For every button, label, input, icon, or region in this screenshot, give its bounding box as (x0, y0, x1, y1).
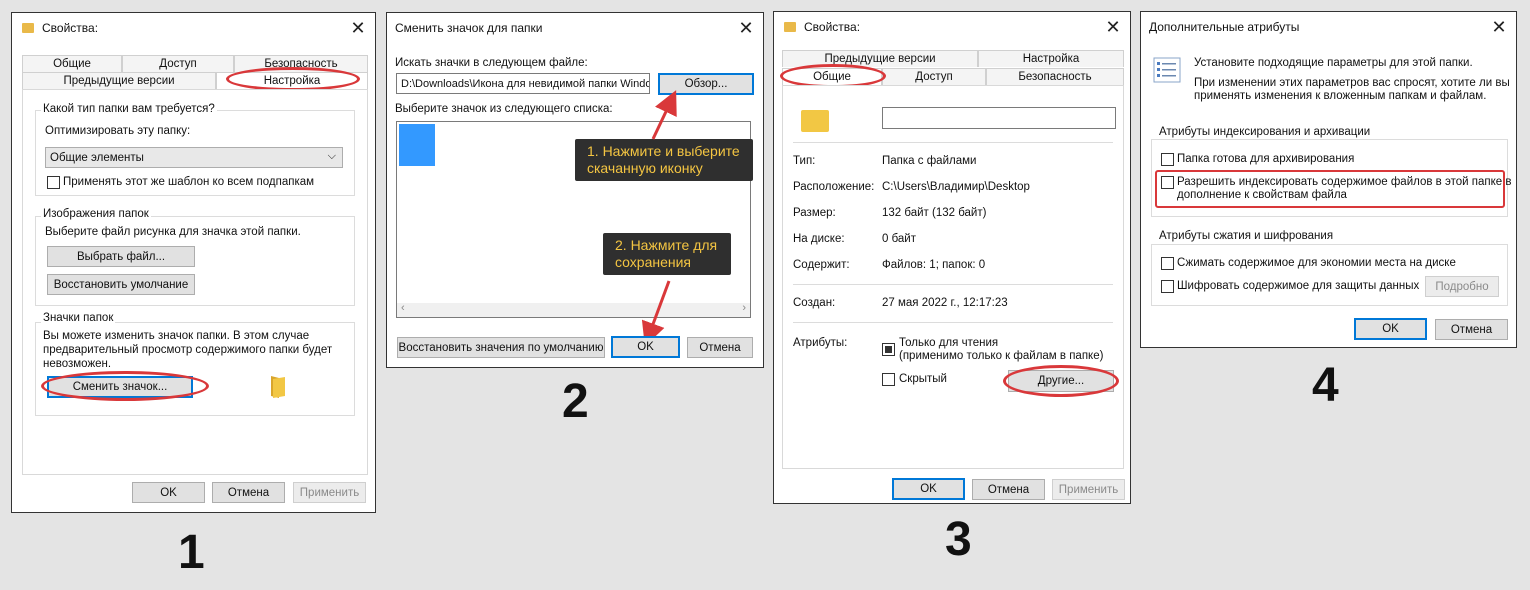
step-number-2: 2 (562, 375, 589, 428)
advanced-attributes-window: Дополнительные атрибуты ✕ Установите под… (1140, 11, 1517, 348)
disk-size-label: На диске: (793, 233, 845, 245)
arrow-annotations (641, 90, 677, 347)
divider (793, 322, 1113, 323)
encrypt-checkbox[interactable] (1161, 280, 1174, 293)
close-icon[interactable]: ✕ (1102, 16, 1124, 38)
choose-file-button[interactable]: Выбрать файл... (47, 246, 195, 267)
settings-list-icon (1153, 57, 1181, 83)
title-bar: Свойства: ✕ (774, 12, 1130, 42)
created-value: 27 мая 2022 г., 12:17:23 (882, 297, 1008, 309)
optimize-select-value: Общие элементы (50, 151, 144, 164)
window-title: Свойства: (42, 21, 99, 35)
window-title: Свойства: (804, 20, 861, 34)
highlight-customize-tab (226, 67, 360, 91)
intro-line-2: При изменении этих параметров вас спрося… (1194, 77, 1510, 89)
window-title: Дополнительные атрибуты (1149, 20, 1300, 34)
properties-window-customize: Свойства: ✕ Общие Доступ Безопасность Пр… (11, 12, 376, 513)
restore-default-button[interactable]: Восстановить умолчание (47, 274, 195, 295)
highlight-other-button (1003, 365, 1119, 397)
tab-previous-versions[interactable]: Предыдущие версии (22, 72, 216, 89)
tab-panel: Тип: Папка с файлами Расположение: C:\Us… (782, 85, 1124, 469)
arrow-to-browse (651, 90, 677, 140)
compress-encrypt-label: Атрибуты сжатия и шифрования (1157, 230, 1336, 242)
tab-sharing[interactable]: Доступ (122, 55, 234, 72)
folder-name-input[interactable] (882, 107, 1116, 129)
folder-preview-icon (271, 376, 285, 398)
close-icon[interactable]: ✕ (347, 17, 369, 39)
title-bar: Свойства: ✕ (12, 13, 375, 43)
close-icon[interactable]: ✕ (1488, 16, 1510, 38)
divider (793, 284, 1113, 285)
size-value: 132 байт (132 байт) (882, 207, 987, 219)
chevron-down-icon: ⌵ (327, 150, 336, 162)
restore-defaults-button[interactable]: Восстановить значения по умолчанию (397, 337, 605, 358)
folder-icons-desc-2: предварительный просмотр содержимого пап… (43, 344, 333, 356)
folder-pictures-label: Изображения папок (41, 208, 151, 220)
hidden-checkbox[interactable] (882, 373, 895, 386)
step-number-3: 3 (945, 513, 972, 566)
index-archive-label: Атрибуты индексирования и архивации (1157, 126, 1373, 138)
intro-line-1: Установите подходящие параметры для этой… (1194, 57, 1473, 69)
cancel-button[interactable]: Отмена (972, 479, 1045, 500)
cancel-button[interactable]: Отмена (687, 337, 753, 358)
location-value: C:\Users\Владимир\Desktop (882, 181, 1030, 193)
arrow-to-ok (641, 280, 671, 347)
folder-icons-desc-3: невозможен. (43, 358, 112, 370)
step-number-4: 4 (1312, 359, 1339, 412)
folder-icons-desc-1: Вы можете изменить значок папки. В этом … (43, 330, 310, 342)
created-label: Создан: (793, 297, 836, 309)
divider (793, 142, 1113, 143)
disk-size-value: 0 байт (882, 233, 917, 245)
folder-icon (22, 23, 34, 33)
folder-type-label: Какой тип папки вам требуется? (41, 103, 217, 115)
folder-icon (784, 22, 796, 32)
folder-large-icon (801, 110, 829, 132)
folder-pictures-desc: Выберите файл рисунка для значка этой па… (45, 226, 301, 238)
compress-label: Сжимать содержимое для экономии места на… (1177, 257, 1456, 269)
ok-button[interactable]: OK (611, 336, 680, 358)
optimize-select[interactable]: Общие элементы ⌵ (45, 147, 343, 168)
cancel-button[interactable]: Отмена (212, 482, 285, 503)
properties-window-general: Свойства: ✕ Предыдущие версии Настройка … (773, 11, 1131, 504)
archive-label: Папка готова для архивирования (1177, 153, 1355, 165)
contains-label: Содержит: (793, 259, 850, 271)
encrypt-label: Шифровать содержимое для защиты данных (1177, 280, 1420, 292)
highlight-change-icon (41, 371, 209, 401)
size-label: Размер: (793, 207, 836, 219)
optimize-label: Оптимизировать эту папку: (45, 125, 191, 137)
readonly-checkbox[interactable] (882, 343, 895, 356)
readonly-note: (применимо только к файлам в папке) (899, 350, 1104, 362)
folder-icons-label: Значки папок (41, 312, 116, 324)
tab-customize[interactable]: Настройка (978, 50, 1124, 67)
tab-general[interactable]: Общие (22, 55, 122, 72)
archive-checkbox[interactable] (1161, 153, 1174, 166)
ok-button[interactable]: OK (132, 482, 205, 503)
type-label: Тип: (793, 155, 816, 167)
step-number-1: 1 (178, 526, 205, 579)
hidden-label: Скрытый (899, 373, 947, 385)
tab-security[interactable]: Безопасность (986, 68, 1124, 85)
location-label: Расположение: (793, 181, 875, 193)
compress-checkbox[interactable] (1161, 257, 1174, 270)
ok-button[interactable]: OK (1354, 318, 1427, 340)
readonly-label: Только для чтения (899, 337, 999, 349)
details-button[interactable]: Подробно (1425, 276, 1499, 297)
apply-template-checkbox[interactable] (47, 176, 60, 189)
tab-panel: Какой тип папки вам требуется? Оптимизир… (22, 89, 368, 475)
contains-value: Файлов: 1; папок: 0 (882, 259, 986, 271)
cancel-button[interactable]: Отмена (1435, 319, 1508, 340)
title-bar: Дополнительные атрибуты ✕ (1141, 12, 1516, 42)
intro-line-3: применять изменения к вложенным папкам и… (1194, 90, 1487, 102)
attributes-label: Атрибуты: (793, 337, 848, 349)
apply-button[interactable]: Применить (1052, 479, 1125, 500)
ok-button[interactable]: OK (892, 478, 965, 500)
tab-sharing[interactable]: Доступ (882, 68, 986, 85)
type-value: Папка с файлами (882, 155, 977, 167)
apply-button[interactable]: Применить (293, 482, 366, 503)
apply-template-label: Применять этот же шаблон ко всем подпапк… (63, 176, 315, 188)
highlight-index-option (1155, 170, 1505, 208)
change-icon-window: Сменить значок для папки ✕ Искать значки… (386, 12, 764, 368)
